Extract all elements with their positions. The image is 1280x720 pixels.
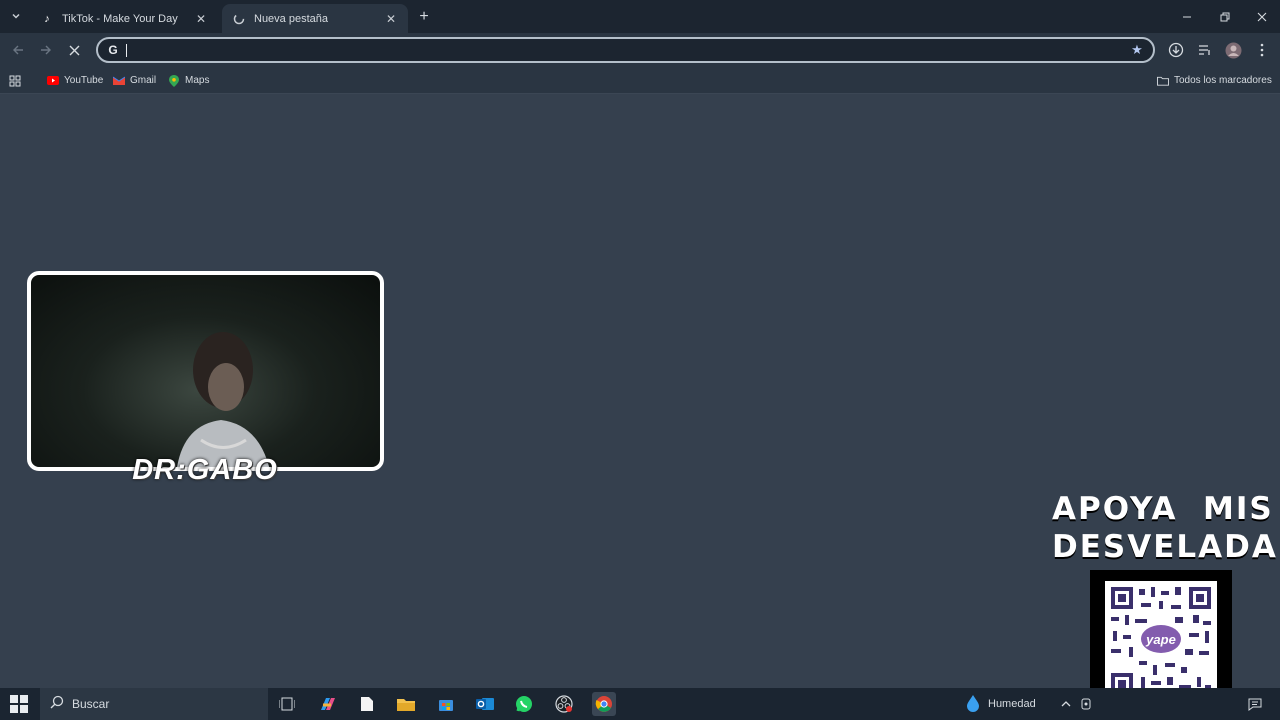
webcam-overlay xyxy=(27,271,384,471)
all-bookmarks-label: Todos los marcadores xyxy=(1174,75,1272,86)
streamer-name-logo: DR:GABO xyxy=(132,453,278,486)
bookmark-youtube[interactable]: YouTube xyxy=(47,72,103,89)
notifications-icon[interactable] xyxy=(1247,696,1263,712)
tiktok-icon: ♪ xyxy=(44,12,50,25)
restore-icon[interactable] xyxy=(1206,0,1244,33)
taskbar-search-label: Buscar xyxy=(72,697,110,711)
obs-studio-icon[interactable] xyxy=(552,692,576,716)
minimize-icon[interactable] xyxy=(1168,0,1206,33)
tab-tiktok[interactable]: ♪ TikTok - Make Your Day ✕ xyxy=(30,4,218,33)
weather-widget[interactable]: Humedad xyxy=(966,694,1036,714)
tab-strip: ♪ TikTok - Make Your Day ✕ Nueva pestaña… xyxy=(0,0,1280,33)
whatsapp-icon[interactable] xyxy=(512,692,536,716)
search-icon xyxy=(50,695,64,714)
microsoft-store-icon[interactable] xyxy=(434,692,458,716)
bookmarks-bar: YouTube Gmail Maps Todos los marcadores xyxy=(0,67,1280,94)
chrome-icon[interactable] xyxy=(592,692,616,716)
file-explorer-icon[interactable] xyxy=(394,692,418,716)
windows-start-icon[interactable] xyxy=(10,695,28,713)
close-window-icon[interactable] xyxy=(1243,0,1280,33)
folder-icon xyxy=(1157,75,1169,87)
outlook-icon[interactable] xyxy=(473,692,497,716)
windows-taskbar: Buscar Humedad xyxy=(0,688,1280,720)
profile-avatar-icon[interactable] xyxy=(1223,40,1243,60)
media-playlist-icon[interactable] xyxy=(1195,40,1215,60)
bookmark-label: Maps xyxy=(185,75,210,86)
gmail-icon xyxy=(113,75,125,87)
maps-icon xyxy=(168,74,180,87)
forward-icon[interactable] xyxy=(36,40,56,60)
new-tab-button[interactable]: + xyxy=(414,7,434,27)
copilot-icon[interactable] xyxy=(316,692,340,716)
menu-kebab-icon[interactable] xyxy=(1252,40,1272,60)
tray-chevron-up-icon[interactable] xyxy=(1058,696,1074,712)
download-icon[interactable] xyxy=(1166,40,1186,60)
webcam-person-image xyxy=(177,332,270,467)
loading-spinner-icon xyxy=(232,12,246,26)
bookmark-gmail[interactable]: Gmail xyxy=(113,72,156,89)
tab-title: TikTok - Make Your Day xyxy=(62,12,178,25)
tab-new-tab[interactable]: Nueva pestaña ✕ xyxy=(222,4,408,33)
bookmark-star-icon[interactable]: ★ xyxy=(1129,42,1145,58)
tab-title: Nueva pestaña xyxy=(254,12,328,25)
weather-label: Humedad xyxy=(988,698,1036,710)
bookmark-label: Gmail xyxy=(130,75,157,86)
browser-toolbar: G ★ xyxy=(0,33,1280,67)
task-view-icon[interactable] xyxy=(275,692,299,716)
tab-search-chevron-icon[interactable] xyxy=(6,6,26,26)
all-bookmarks-folder[interactable]: Todos los marcadores xyxy=(1157,72,1272,89)
taskbar-search-box[interactable]: Buscar xyxy=(40,688,268,720)
text-cursor xyxy=(126,44,127,57)
address-bar[interactable]: G ★ xyxy=(96,37,1155,63)
youtube-icon xyxy=(47,75,59,87)
bookmark-label: YouTube xyxy=(64,75,104,86)
tray-app-icon[interactable] xyxy=(1078,696,1094,712)
close-tab-icon[interactable]: ✕ xyxy=(194,12,208,26)
donation-promo-text: APOYA MIS DESVELADAS xyxy=(1052,490,1280,566)
yape-logo-text: yape xyxy=(1145,632,1176,647)
google-icon: G xyxy=(108,43,118,57)
close-tab-icon[interactable]: ✕ xyxy=(384,12,398,26)
bookmark-maps[interactable]: Maps xyxy=(168,72,209,89)
back-icon[interactable] xyxy=(8,40,28,60)
stop-loading-icon[interactable] xyxy=(64,40,84,60)
apps-grid-icon[interactable] xyxy=(9,72,21,89)
file-icon[interactable] xyxy=(355,692,379,716)
promo-line-2: DESVELADAS xyxy=(1052,529,1280,565)
water-drop-icon xyxy=(966,694,980,715)
promo-line-1: APOYA MIS xyxy=(1052,491,1274,527)
screen: ♪ TikTok - Make Your Day ✕ Nueva pestaña… xyxy=(0,0,1280,720)
address-input[interactable] xyxy=(130,40,1110,60)
qr-code-image: yape xyxy=(1105,581,1217,701)
